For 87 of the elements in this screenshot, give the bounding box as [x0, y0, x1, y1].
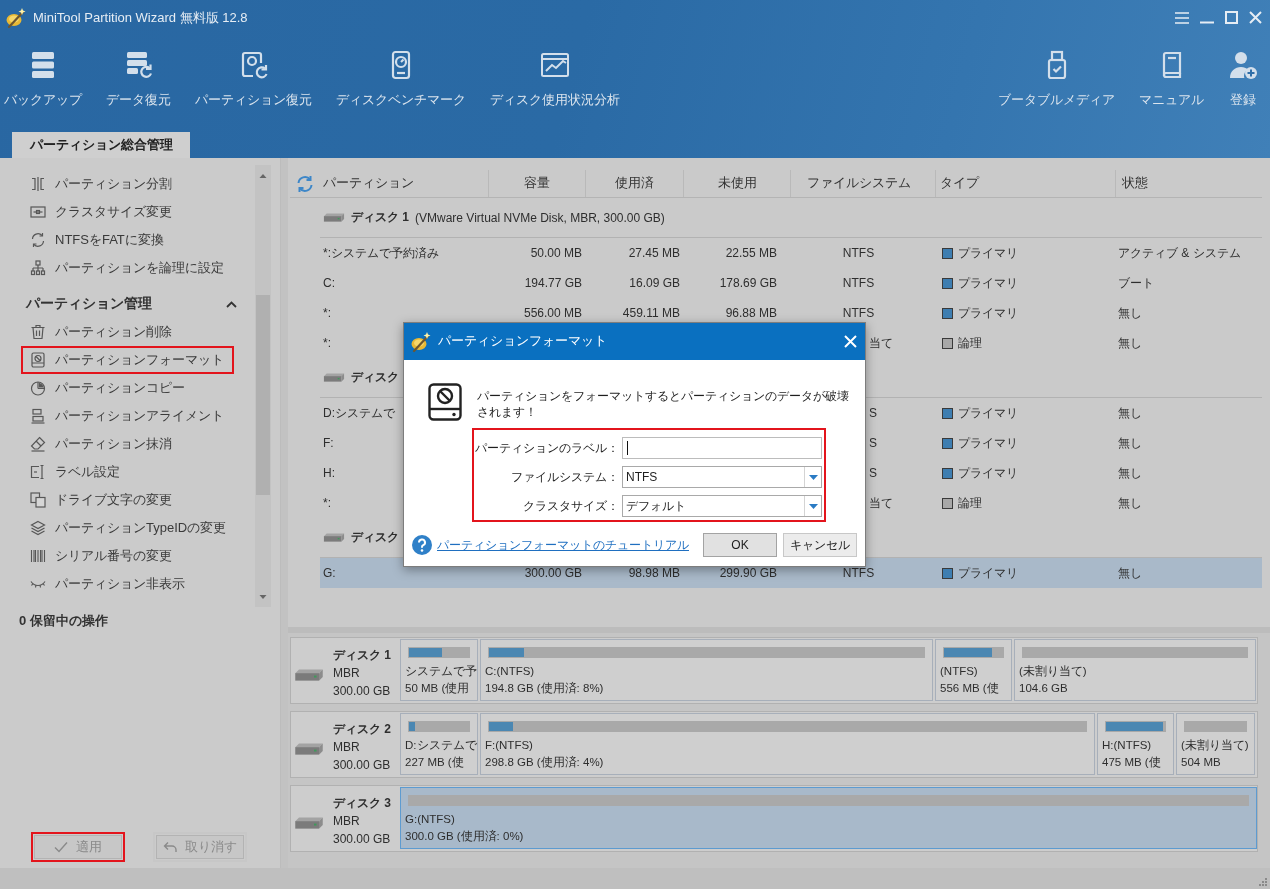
- table-cell: プライマリ: [958, 434, 1018, 452]
- table-cell: 96.88 MB: [725, 306, 777, 320]
- pending-operations: 0 保留中の操作: [19, 612, 108, 630]
- table-cell: *:: [323, 336, 331, 350]
- table-cell: 16.09 GB: [629, 276, 680, 290]
- table-cell: 無し: [1118, 335, 1142, 350]
- partition-label: F:(NTFS): [484, 738, 533, 753]
- field-label: ファイルシステム：: [510, 468, 619, 486]
- table-cell: 当て: [869, 335, 893, 350]
- window-title: MiniTool Partition Wizard 無料版 12.8: [33, 8, 248, 27]
- table-cell: NTFS: [842, 306, 875, 320]
- disk-scheme: MBR: [333, 665, 360, 682]
- disk-size: 300.00 GB: [333, 831, 391, 848]
- table-cell: *:: [323, 306, 331, 320]
- partition-label: C:(NTFS): [484, 664, 535, 679]
- partition-size: 298.8 GB (使用済: 4%): [484, 755, 604, 770]
- table-cell: 無し: [1118, 305, 1142, 320]
- table-cell: *:: [323, 496, 331, 510]
- table-cell: プライマリ: [958, 464, 1018, 482]
- disk-name: ディスク 1: [333, 647, 391, 664]
- partition-size: 504 MB: [1180, 755, 1221, 770]
- disk-size: 300.00 GB: [333, 757, 391, 774]
- table-cell: 194.77 GB: [524, 276, 582, 290]
- table-cell: プライマリ: [958, 564, 1018, 582]
- partition-label: D:システムで: [404, 738, 477, 753]
- table-cell: 無し: [1118, 565, 1142, 580]
- group-title: パーティション管理: [26, 295, 152, 313]
- table-cell: 300.00 GB: [524, 566, 582, 580]
- partition-label: (未割り当て): [1180, 738, 1249, 753]
- warning-text: パーティションをフォーマットするとパーティションのデータが破壊されます！: [477, 388, 849, 420]
- table-cell: F:: [323, 436, 334, 450]
- table-cell: 無し: [1118, 405, 1142, 420]
- disk-name: ディスク 1: [351, 209, 409, 226]
- table-cell: NTFS: [842, 276, 875, 290]
- partition-label: システムで予: [404, 664, 477, 679]
- table-cell: S: [869, 466, 877, 480]
- disk-name: ディスク: [351, 369, 399, 386]
- table-cell: 22.55 MB: [725, 246, 777, 260]
- partition-label: G:(NTFS): [404, 812, 455, 827]
- table-cell: ブート: [1118, 275, 1154, 290]
- table-cell: プライマリ: [958, 244, 1018, 262]
- partition-size: 556 MB (使: [939, 681, 999, 696]
- table-cell: H:: [323, 466, 335, 480]
- table-cell: 178.69 GB: [719, 276, 777, 290]
- table-cell: アクティブ & システム: [1118, 245, 1241, 260]
- disk-scheme: MBR: [333, 739, 360, 756]
- partition-size: 104.6 GB: [1018, 681, 1068, 696]
- table-cell: プライマリ: [958, 304, 1018, 322]
- table-cell: 50.00 MB: [530, 246, 582, 260]
- field-label: クラスタサイズ：: [522, 497, 619, 515]
- table-cell: 当て: [869, 495, 893, 510]
- table-cell: 無し: [1118, 495, 1142, 510]
- partition-size: 50 MB (使用: [404, 681, 470, 696]
- partition-size: 227 MB (使: [404, 755, 464, 770]
- partition-label: H:(NTFS): [1101, 738, 1152, 753]
- field-label: パーティションのラベル：: [474, 439, 619, 457]
- table-cell: 論理: [958, 494, 982, 512]
- table-cell: NTFS: [842, 246, 875, 260]
- table-cell: G:: [323, 566, 336, 580]
- table-cell: *:システムで予約済み: [323, 245, 439, 260]
- partition-label: (未割り当て): [1018, 664, 1087, 679]
- table-cell: S: [869, 406, 877, 420]
- table-cell: 556.00 MB: [523, 306, 582, 320]
- partition-size: 194.8 GB (使用済: 8%): [484, 681, 604, 696]
- partition-label: (NTFS): [939, 664, 978, 679]
- disk-details: (VMware Virtual NVMe Disk, MBR, 300.00 GB): [415, 210, 665, 225]
- table-cell: NTFS: [842, 566, 875, 580]
- table-cell: 無し: [1118, 435, 1142, 450]
- disk-size: 300.00 GB: [333, 683, 391, 700]
- table-cell: S: [869, 436, 877, 450]
- table-cell: 論理: [958, 334, 982, 352]
- table-cell: 459.11 MB: [622, 306, 680, 320]
- table-cell: 299.90 GB: [719, 566, 777, 580]
- disk-scheme: MBR: [333, 813, 360, 830]
- table-cell: プライマリ: [958, 274, 1018, 292]
- table-cell: 無し: [1118, 465, 1142, 480]
- table-cell: プライマリ: [958, 404, 1018, 422]
- disk-name: ディスク: [351, 529, 399, 546]
- disk-name: ディスク 2: [333, 721, 391, 738]
- partition-size: 475 MB (使: [1101, 755, 1161, 770]
- partition-size: 300.0 GB (使用済: 0%): [404, 829, 524, 844]
- dialog-title: パーティションフォーマット: [438, 333, 607, 350]
- disk-name: ディスク 3: [333, 795, 391, 812]
- table-cell: 98.98 MB: [628, 566, 680, 580]
- table-cell: D:システムで: [323, 405, 395, 420]
- table-cell: 27.45 MB: [628, 246, 680, 260]
- table-cell: C:: [323, 276, 335, 290]
